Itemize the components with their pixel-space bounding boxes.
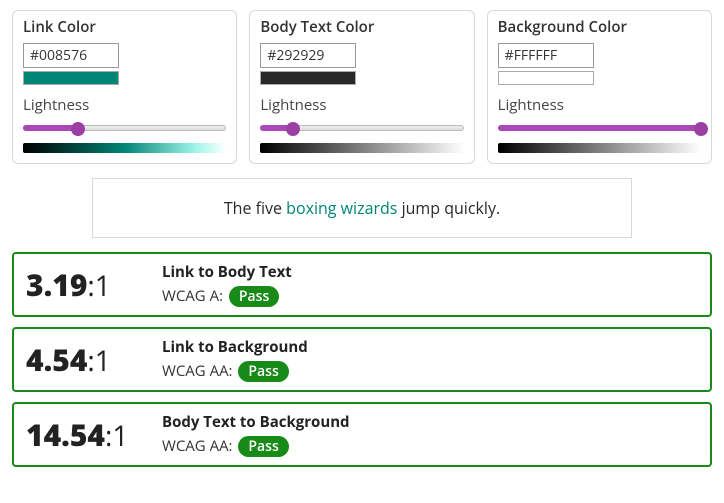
link-lightness-gradient (23, 143, 226, 153)
sample-text-preview: The five boxing wizards jump quickly. (92, 178, 632, 238)
picker-link-color: Link Color Lightness (12, 10, 237, 164)
wcag-level: WCAG AA: (162, 436, 233, 456)
result-link-to-background: 4.54:1 Link to Background WCAG AA: Pass (12, 327, 712, 392)
ratio-value: 4.54 (26, 339, 87, 380)
slider-thumb[interactable] (286, 122, 300, 136)
result-body: Body Text to Background WCAG AA: Pass (162, 412, 350, 457)
pass-badge: Pass (238, 436, 288, 457)
result-link-to-body: 3.19:1 Link to Body Text WCAG A: Pass (12, 252, 712, 317)
wcag-level: WCAG A: (162, 286, 223, 306)
slider-fill (23, 125, 78, 131)
ratio-suffix: :1 (87, 342, 110, 380)
result-title: Body Text to Background (162, 412, 350, 432)
contrast-ratio: 14.54:1 (26, 414, 146, 455)
result-body-to-background: 14.54:1 Body Text to Background WCAG AA:… (12, 402, 712, 467)
wcag-line: WCAG A: Pass (162, 286, 292, 307)
wcag-level: WCAG AA: (162, 361, 233, 381)
background-lightness-slider[interactable] (498, 121, 701, 137)
ratio-suffix: :1 (87, 267, 110, 305)
background-hex-input[interactable] (498, 43, 594, 68)
wcag-line: WCAG AA: Pass (162, 361, 308, 382)
lightness-label: Lightness (498, 95, 701, 115)
link-color-hex-input[interactable] (23, 43, 119, 68)
lightness-label: Lightness (260, 95, 463, 115)
ratio-value: 14.54 (26, 414, 105, 455)
pass-badge: Pass (238, 361, 288, 382)
background-swatch[interactable] (498, 71, 594, 85)
picker-title: Body Text Color (260, 17, 463, 37)
contrast-ratio: 3.19:1 (26, 264, 146, 305)
body-text-lightness-gradient (260, 143, 463, 153)
sample-after: jump quickly. (397, 197, 500, 219)
contrast-results: 3.19:1 Link to Body Text WCAG A: Pass 4.… (12, 252, 712, 467)
sample-link[interactable]: boxing wizards (286, 197, 397, 219)
link-color-swatch[interactable] (23, 71, 119, 85)
result-title: Link to Background (162, 337, 308, 357)
result-body: Link to Body Text WCAG A: Pass (162, 262, 292, 307)
picker-body-text-color: Body Text Color Lightness (249, 10, 474, 164)
pass-badge: Pass (229, 286, 279, 307)
picker-title: Background Color (498, 17, 701, 37)
body-text-hex-input[interactable] (260, 43, 356, 68)
result-body: Link to Background WCAG AA: Pass (162, 337, 308, 382)
link-lightness-slider[interactable] (23, 121, 226, 137)
ratio-suffix: :1 (105, 417, 128, 455)
color-pickers-row: Link Color Lightness Body Text Color Lig… (12, 10, 712, 164)
slider-thumb[interactable] (694, 122, 708, 136)
slider-thumb[interactable] (71, 122, 85, 136)
background-lightness-gradient (498, 143, 701, 153)
contrast-ratio: 4.54:1 (26, 339, 146, 380)
result-title: Link to Body Text (162, 262, 292, 282)
sample-before: The five (224, 197, 286, 219)
lightness-label: Lightness (23, 95, 226, 115)
picker-title: Link Color (23, 17, 226, 37)
ratio-value: 3.19 (26, 264, 87, 305)
picker-background-color: Background Color Lightness (487, 10, 712, 164)
wcag-line: WCAG AA: Pass (162, 436, 350, 457)
slider-fill (498, 125, 701, 131)
body-text-lightness-slider[interactable] (260, 121, 463, 137)
body-text-swatch[interactable] (260, 71, 356, 85)
